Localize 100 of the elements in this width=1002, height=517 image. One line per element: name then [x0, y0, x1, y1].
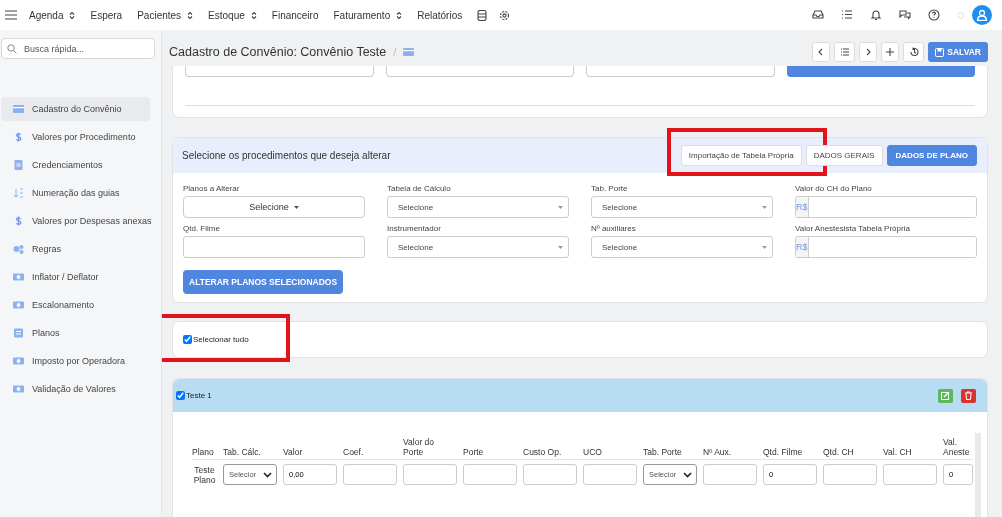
- select-field[interactable]: Selecione: [387, 196, 569, 218]
- next-button[interactable]: [859, 42, 878, 62]
- nav-menu-item[interactable]: Pacientes: [137, 9, 194, 21]
- apply-button[interactable]: ALTERAR PLANOS SELECIONADOS: [183, 270, 344, 294]
- status-dot-icon: [957, 11, 964, 19]
- tab[interactable]: DADOS DE PLANO: [886, 145, 977, 166]
- edit-button[interactable]: [938, 388, 953, 403]
- database-icon[interactable]: [477, 9, 488, 21]
- column-header: Coef.: [343, 423, 403, 460]
- column-header: Tab. Cálc.: [223, 423, 283, 460]
- nav-menu-item[interactable]: Estoque: [208, 9, 257, 21]
- sidebar-item[interactable]: Escalonamento: [1, 293, 150, 317]
- tab[interactable]: DADOS GERAIS: [805, 145, 883, 166]
- select-field[interactable]: Selecione: [591, 196, 773, 218]
- group-title: Teste 1: [186, 391, 212, 400]
- column-header: Val. Aneste: [943, 423, 973, 460]
- field-label: Tab. Porte: [591, 184, 629, 193]
- input-field[interactable]: [586, 66, 775, 77]
- dropdown-button[interactable]: Selecione: [183, 196, 365, 218]
- list-button[interactable]: [834, 42, 856, 62]
- table-cell: Teste Plano: [192, 464, 217, 485]
- column-header: Porte: [463, 423, 523, 460]
- input-field[interactable]: [883, 464, 937, 485]
- input-field[interactable]: [703, 464, 757, 485]
- sidebar-item[interactable]: Planos: [1, 321, 150, 345]
- sidebar-item[interactable]: Imposto por Operadora: [1, 349, 150, 373]
- user-icon: [976, 9, 988, 21]
- column-header: Qtd. Filme: [763, 423, 823, 460]
- history-icon: [908, 47, 919, 57]
- delete-button[interactable]: [961, 388, 976, 403]
- nav-menu-item[interactable]: Espera: [90, 9, 123, 21]
- input-field[interactable]: [523, 464, 577, 485]
- list-icon[interactable]: [841, 9, 853, 21]
- history-button[interactable]: [903, 42, 925, 62]
- field-label: Nº auxiliares: [591, 224, 637, 233]
- sidebar-item[interactable]: Cadastro do Convênio: [1, 97, 150, 121]
- select-field[interactable]: Selecione: [591, 236, 773, 258]
- search-icon: [7, 44, 17, 54]
- avatar[interactable]: [972, 5, 992, 25]
- field-label: Planos a Alterar: [183, 184, 241, 193]
- plus-icon: [885, 47, 896, 57]
- chevron-updown-icon: [187, 10, 194, 20]
- currency-prefix: R$: [796, 237, 809, 257]
- sidebar-item[interactable]: Numeração das guias: [1, 181, 150, 205]
- breadcrumb-separator: /: [393, 46, 397, 58]
- caret-icon: [762, 205, 767, 209]
- input-field[interactable]: [463, 464, 517, 485]
- menu-icon[interactable]: [5, 10, 17, 20]
- sidebar-item[interactable]: Regras: [1, 237, 150, 261]
- caret-icon: [293, 205, 299, 209]
- dollar-icon: [13, 132, 24, 142]
- caret-icon: [558, 205, 563, 209]
- column-header: Valor: [283, 423, 343, 460]
- save-button[interactable]: SALVAR: [928, 42, 988, 62]
- nav-menu-item[interactable]: Faturamento: [333, 9, 403, 21]
- chevron-down-icon: [683, 471, 692, 478]
- field-label: Valor do CH do Plano: [795, 184, 873, 193]
- banknote-icon: [13, 384, 24, 394]
- edit-icon: [941, 391, 950, 400]
- nav-menu-item[interactable]: Financeiro: [271, 9, 319, 21]
- input-field[interactable]: [583, 464, 637, 485]
- input-field[interactable]: [343, 464, 397, 485]
- column-header: Valor do Porte: [403, 423, 463, 460]
- select-field[interactable]: Selecione: [387, 236, 569, 258]
- previous-button[interactable]: [812, 42, 831, 62]
- nav-menu-item[interactable]: Agenda: [29, 9, 76, 21]
- sidebar-item[interactable]: Credenciamentos: [1, 153, 150, 177]
- help-icon[interactable]: [928, 9, 940, 21]
- sidebar-item[interactable]: Validação de Valores: [1, 377, 150, 401]
- checkbox-label[interactable]: Selecionar tudo: [193, 335, 249, 344]
- input-field[interactable]: [385, 66, 574, 77]
- save-icon: [935, 47, 945, 57]
- chat-icon[interactable]: [899, 9, 911, 21]
- sidebar-item[interactable]: Valores por Procedimento: [1, 125, 150, 149]
- chevron-down-icon: [263, 471, 272, 478]
- column-header: Custo Op.: [523, 423, 583, 460]
- tab[interactable]: Importação de Tabela Própria: [680, 145, 802, 166]
- sidebar-item[interactable]: Valores por Despesas anexas: [1, 209, 150, 233]
- checkbox[interactable]: [176, 391, 185, 400]
- checkbox[interactable]: [183, 335, 192, 344]
- column-header: Val. CH: [883, 423, 943, 460]
- add-button[interactable]: [881, 42, 900, 62]
- banknote-icon: [13, 300, 24, 310]
- search-field[interactable]: Busca rápida...: [1, 38, 155, 59]
- nav-menu-item[interactable]: Relatórios: [417, 9, 463, 21]
- inbox-icon[interactable]: [812, 9, 824, 21]
- field-label: Qtd. Filme: [183, 224, 221, 233]
- sidebar-item[interactable]: Inflator / Deflator: [1, 265, 150, 289]
- input-field[interactable]: [403, 464, 457, 485]
- column-header: Nº Aux.: [703, 423, 763, 460]
- sort-icon: [13, 188, 24, 198]
- input-field[interactable]: [823, 464, 877, 485]
- trash-icon: [964, 391, 973, 400]
- input-field[interactable]: [183, 236, 365, 258]
- panel-title: Selecione os procedimentos que deseja alterar: [182, 150, 391, 161]
- bell-icon[interactable]: [870, 9, 882, 21]
- input-field[interactable]: [185, 66, 374, 77]
- gear-icon[interactable]: [499, 9, 511, 21]
- currency-prefix: R$: [796, 197, 809, 217]
- column-header: UCO: [583, 423, 643, 460]
